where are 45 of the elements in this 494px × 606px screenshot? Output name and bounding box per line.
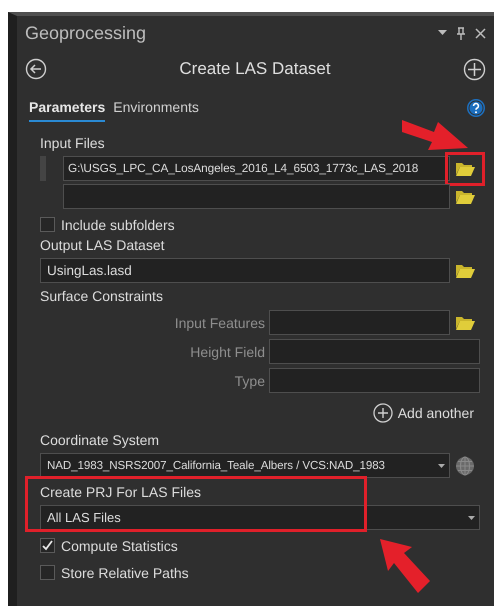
field-label: Surface Constraints [40,287,164,306]
dropdown-field[interactable]: All LAS Files [40,505,480,530]
input-field[interactable] [269,310,450,335]
arrow-icon [378,537,430,595]
dropdown-value: All LAS Files [47,509,122,527]
field-label: Input Files [40,134,106,153]
back-icon[interactable] [25,58,47,80]
checkbox[interactable] [40,217,55,232]
folder-icon[interactable] [455,188,475,204]
tool-title: Create LAS Dataset [178,59,332,79]
dropdown-icon[interactable] [438,30,447,36]
button-label: Add another [398,405,474,421]
tab[interactable]: Environments [113,94,199,122]
field-label: Coordinate System [40,431,160,450]
dropdown-value: NAD_1983_NSRS2007_California_Teale_Albers / VCS:NAD_1983 [47,458,386,474]
checkbox[interactable] [40,538,55,553]
tab[interactable]: Parameters [29,94,106,122]
checkbox-label: Include subfolders [61,216,175,232]
add-another-button[interactable]: Add another [372,403,474,423]
field-label: Create PRJ For LAS Files [40,483,202,502]
input-field[interactable] [269,368,480,393]
panel-title: Geoprocessing [25,22,148,44]
caret-icon [468,516,475,520]
globe-icon[interactable] [455,456,475,476]
checkbox-label: Store Relative Paths [61,564,189,580]
field-label: Height Field [189,344,266,360]
field-label: Output LAS Dataset [40,236,166,255]
folder-icon[interactable] [455,314,475,330]
folder-icon[interactable] [455,160,475,176]
input-field[interactable] [269,339,480,364]
help-icon[interactable] [466,98,486,118]
field-label: Type [234,372,266,388]
pin-icon[interactable] [456,26,466,40]
checkbox-label: Compute Statistics [61,538,178,554]
caret-icon [438,464,445,468]
input-field[interactable]: G:\USGS_LPC_CA_LosAngeles_2016_L4_6503_1773c_LAS_2018 [63,156,450,181]
checkbox[interactable] [40,565,55,580]
close-icon[interactable] [475,28,486,38]
dropdown-field[interactable]: NAD_1983_NSRS2007_California_Teale_Albers / VCS:NAD_1983 [40,453,450,478]
input-field[interactable] [63,184,450,209]
add-icon[interactable] [372,403,393,423]
field-label: Input Features [174,314,266,330]
add-icon[interactable] [463,58,486,80]
folder-icon[interactable] [455,262,475,278]
input-field[interactable]: UsingLas.lasd [40,258,450,283]
